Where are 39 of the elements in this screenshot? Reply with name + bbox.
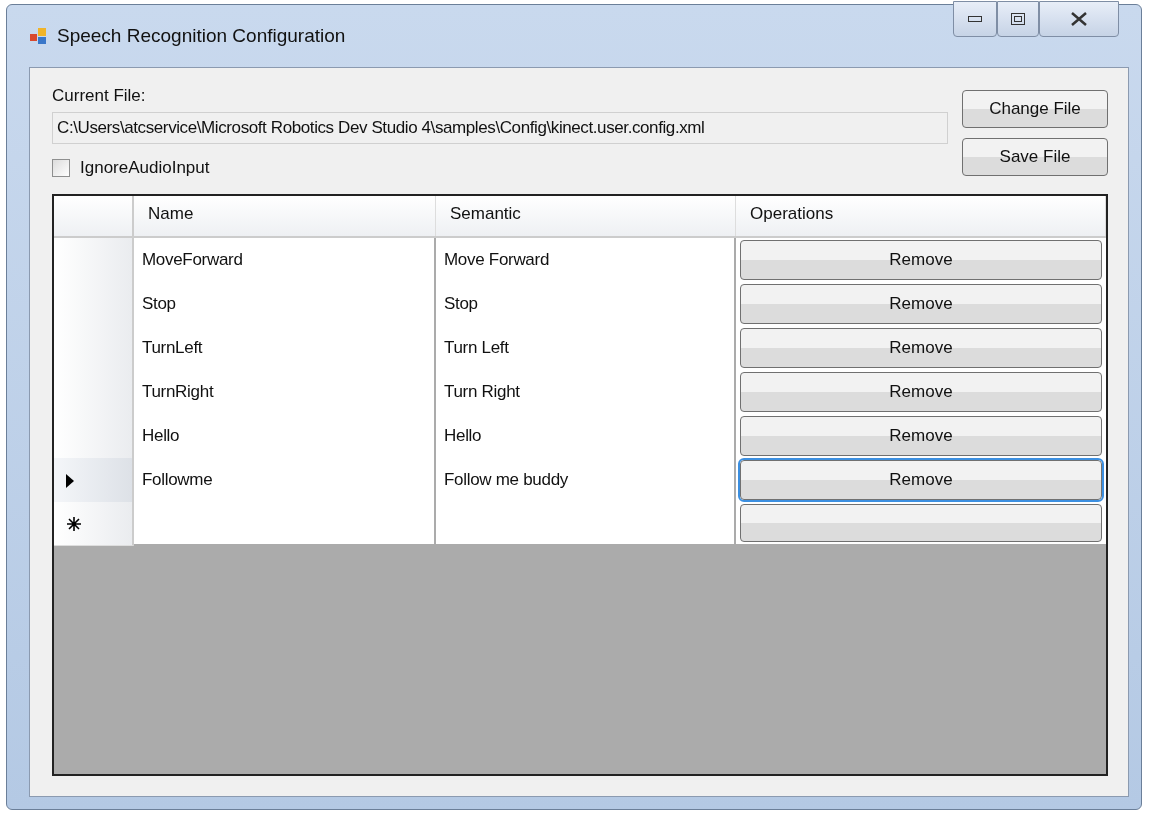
remove-button[interactable]: Remove — [740, 328, 1102, 368]
new-row-icon — [66, 515, 82, 532]
column-header[interactable]: Semantic — [436, 196, 736, 236]
remove-button[interactable]: Remove — [740, 460, 1102, 500]
remove-button[interactable]: Remove — [740, 284, 1102, 324]
table-cell[interactable]: Turn Left — [436, 326, 736, 372]
table-cell[interactable]: TurnRight — [134, 370, 436, 416]
close-button[interactable] — [1039, 1, 1119, 37]
row-header[interactable] — [54, 502, 134, 546]
maximize-button[interactable] — [997, 1, 1039, 37]
change-file-button[interactable]: Change File — [962, 90, 1108, 128]
current-row-icon — [66, 473, 74, 488]
remove-button[interactable]: Remove — [740, 372, 1102, 412]
minimize-icon — [968, 16, 982, 22]
table-cell[interactable]: Stop — [436, 282, 736, 328]
table-cell[interactable]: TurnLeft — [134, 326, 436, 372]
table-cell[interactable]: Follow me buddy — [436, 458, 736, 504]
table-cell[interactable]: Stop — [134, 282, 436, 328]
minimize-button[interactable] — [953, 1, 997, 37]
remove-button[interactable]: Remove — [740, 240, 1102, 280]
save-file-button[interactable]: Save File — [962, 138, 1108, 176]
file-path-field[interactable]: C:\Users\atcservice\Microsoft Robotics Dev Studio 4\samples\Config\kinect.user.config.xml — [52, 112, 948, 144]
window-title: Speech Recognition Configuration — [57, 25, 346, 47]
empty-button[interactable] — [740, 504, 1102, 542]
column-header[interactable]: Operations — [736, 196, 1106, 236]
table-cell[interactable]: Hello — [436, 414, 736, 460]
table-cell[interactable]: Followme — [134, 458, 436, 504]
maximize-icon — [1011, 13, 1025, 25]
checkbox[interactable] — [52, 159, 70, 177]
table-cell[interactable]: Hello — [134, 414, 436, 460]
close-icon — [1070, 12, 1088, 26]
remove-button[interactable]: Remove — [740, 416, 1102, 456]
table-cell[interactable]: MoveForward — [134, 238, 436, 284]
app-icon — [29, 27, 47, 45]
current-file-label: Current File: — [52, 86, 147, 106]
checkbox-label: IgnoreAudioInput — [80, 158, 210, 178]
table-cell[interactable]: Turn Right — [436, 370, 736, 416]
column-header[interactable]: Name — [134, 196, 436, 236]
table-cell[interactable]: Move Forward — [436, 238, 736, 284]
